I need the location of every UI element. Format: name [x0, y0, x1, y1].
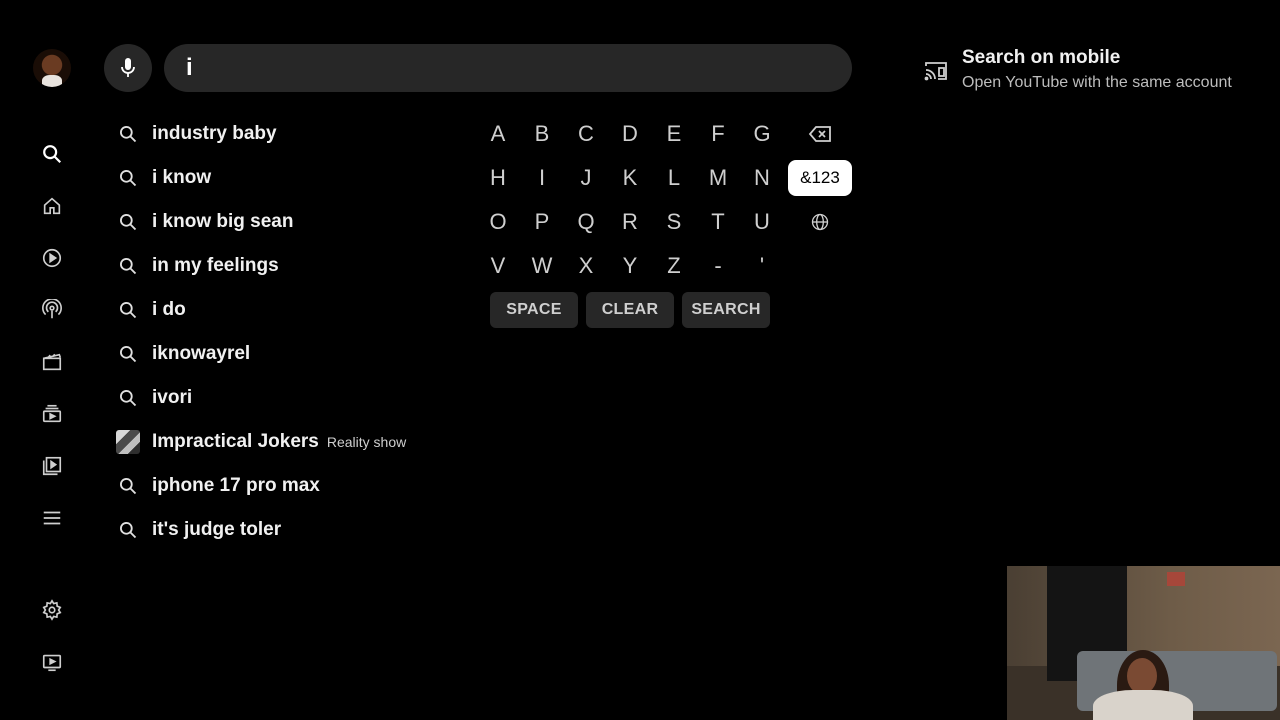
suggestion-item[interactable]: i know big sean	[116, 200, 476, 244]
suggestion-item[interactable]: ivori	[116, 376, 476, 420]
key[interactable]: W	[520, 244, 564, 288]
suggestion-item[interactable]: iknowayrel	[116, 332, 476, 376]
clear-key[interactable]: CLEAR	[586, 292, 674, 328]
key[interactable]: D	[608, 112, 652, 156]
suggestion-list: industry baby i know i know big sean in …	[116, 112, 476, 552]
key[interactable]: S	[652, 200, 696, 244]
suggestion-item[interactable]: i do	[116, 288, 476, 332]
suggestion-text: Impractical Jokers	[152, 431, 319, 452]
search-icon	[116, 518, 140, 542]
key[interactable]: T	[696, 200, 740, 244]
suggestion-text: i do	[152, 299, 186, 320]
suggestion-subtitle: Reality show	[326, 434, 407, 450]
webcam-overlay	[1007, 566, 1280, 720]
account-avatar[interactable]	[33, 49, 71, 87]
menu-icon[interactable]	[40, 506, 64, 530]
search-on-mobile-title: Search on mobile	[962, 47, 1121, 68]
suggestion-text: i know	[152, 167, 212, 188]
movies-icon[interactable]	[40, 350, 64, 374]
search-input[interactable]: i	[164, 44, 852, 92]
key[interactable]: H	[476, 156, 520, 200]
key[interactable]: -	[696, 244, 740, 288]
search-on-mobile-subtitle: Open YouTube with the same account	[962, 74, 1232, 91]
key[interactable]: E	[652, 112, 696, 156]
subscriptions-icon[interactable]	[40, 402, 64, 426]
search-icon	[116, 386, 140, 410]
language-key[interactable]	[798, 200, 842, 244]
search-icon	[116, 122, 140, 146]
suggestion-text: iknowayrel	[152, 343, 251, 364]
suggestion-text: it's judge toler	[152, 519, 282, 540]
search-icon	[116, 210, 140, 234]
onscreen-keyboard: A B C D E F G H I J K L M N &123 O P Q R…	[476, 112, 856, 332]
settings-icon[interactable]	[40, 598, 64, 622]
symbols-key[interactable]: &123	[788, 160, 852, 196]
suggestion-item[interactable]: i know	[116, 156, 476, 200]
key[interactable]: O	[476, 200, 520, 244]
home-icon[interactable]	[40, 194, 64, 218]
key[interactable]: R	[608, 200, 652, 244]
key[interactable]: A	[476, 112, 520, 156]
key[interactable]: I	[520, 156, 564, 200]
tv-icon[interactable]	[40, 650, 64, 674]
library-icon[interactable]	[40, 454, 64, 478]
key[interactable]: M	[696, 156, 740, 200]
key[interactable]: J	[564, 156, 608, 200]
key[interactable]: U	[740, 200, 784, 244]
backspace-key[interactable]	[798, 112, 842, 156]
key[interactable]: C	[564, 112, 608, 156]
key[interactable]: '	[740, 244, 784, 288]
key[interactable]: K	[608, 156, 652, 200]
space-key[interactable]: SPACE	[490, 292, 578, 328]
globe-icon	[811, 213, 829, 231]
search-icon[interactable]	[40, 142, 64, 166]
key[interactable]: P	[520, 200, 564, 244]
key[interactable]: N	[740, 156, 784, 200]
key[interactable]: V	[476, 244, 520, 288]
backspace-icon	[808, 126, 831, 142]
suggestion-item[interactable]: in my feelings	[116, 244, 476, 288]
podcasts-icon[interactable]	[40, 298, 64, 322]
search-icon	[116, 474, 140, 498]
cast-icon	[924, 60, 948, 82]
voice-search-button[interactable]	[104, 44, 152, 92]
search-query-text: i	[186, 54, 193, 81]
search-icon	[116, 342, 140, 366]
suggestion-text: i know big sean	[152, 211, 294, 232]
key[interactable]: F	[696, 112, 740, 156]
search-icon	[116, 254, 140, 278]
suggestion-item[interactable]: iphone 17 pro max	[116, 464, 476, 508]
key[interactable]: B	[520, 112, 564, 156]
key[interactable]: L	[652, 156, 696, 200]
search-icon	[116, 298, 140, 322]
search-icon	[116, 166, 140, 190]
suggestion-text: in my feelings	[152, 255, 279, 276]
show-thumbnail	[116, 430, 140, 454]
key[interactable]: G	[740, 112, 784, 156]
suggestion-text: industry baby	[152, 123, 277, 144]
key[interactable]: Y	[608, 244, 652, 288]
suggestion-item[interactable]: industry baby	[116, 112, 476, 156]
suggestion-item[interactable]: Impractical Jokers Reality show	[116, 420, 476, 464]
search-key[interactable]: SEARCH	[682, 292, 770, 328]
key[interactable]: X	[564, 244, 608, 288]
suggestion-item[interactable]: it's judge toler	[116, 508, 476, 552]
microphone-icon	[121, 58, 135, 77]
key[interactable]: Q	[564, 200, 608, 244]
key[interactable]: Z	[652, 244, 696, 288]
shorts-icon[interactable]	[40, 246, 64, 270]
suggestion-text: iphone 17 pro max	[152, 475, 320, 496]
suggestion-text: ivori	[152, 387, 193, 408]
